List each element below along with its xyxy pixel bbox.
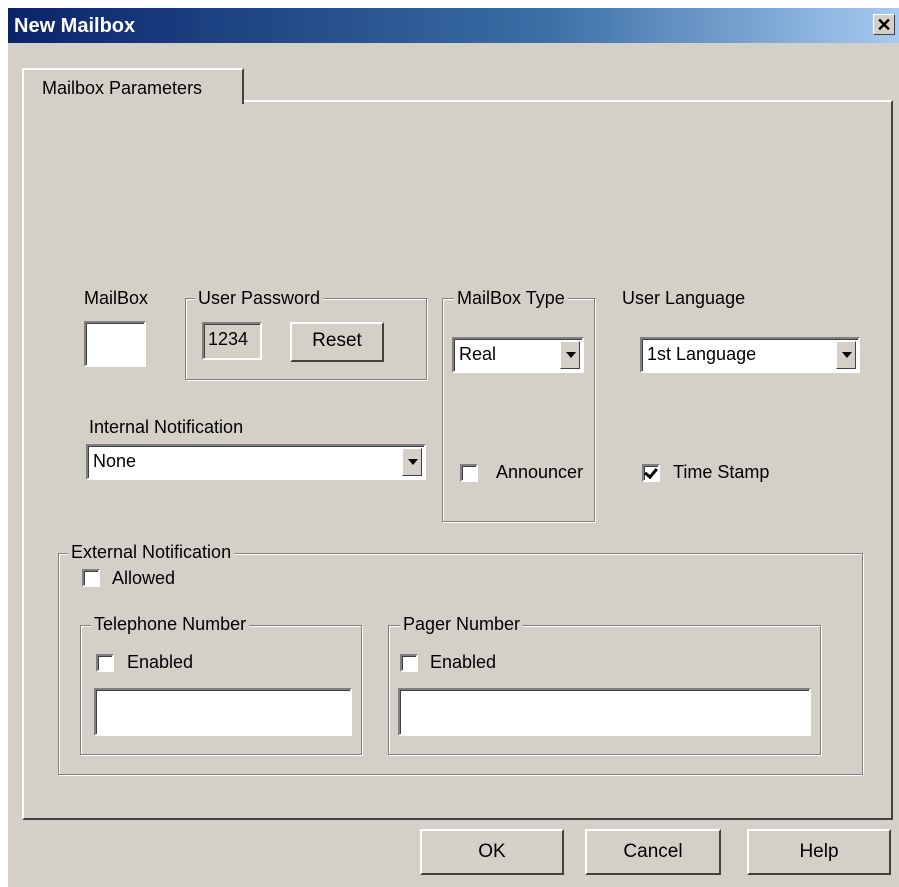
internal-notification-select[interactable]: None [86,444,426,480]
close-icon: ✕ [876,15,892,35]
chevron-down-icon[interactable] [836,341,856,369]
pager-enabled-label: Enabled [430,652,497,672]
help-button[interactable]: Help [747,829,891,875]
telephone-enabled-checkbox[interactable] [96,654,114,672]
telephone-number-input[interactable] [94,688,352,736]
time-stamp-label: Time Stamp [673,462,770,482]
announcer-label: Announcer [496,462,584,482]
internal-notification-value: None [93,451,137,471]
mailbox-type-group [442,298,595,522]
telephone-enabled-label: Enabled [127,652,194,672]
internal-notification-label: Internal Notification [89,417,244,437]
time-stamp-checkbox[interactable] [642,464,660,482]
chevron-down-icon[interactable] [560,341,580,369]
user-password-legend: User Password [195,288,324,309]
new-mailbox-dialog: New Mailbox ✕ Mailbox Parameters MailBox… [8,8,899,887]
announcer-checkbox[interactable] [460,464,478,482]
window-title: New Mailbox [14,15,136,37]
external-notification-legend: External Notification [68,542,235,563]
ok-button[interactable]: OK [420,829,564,875]
reset-button[interactable]: Reset [290,322,384,362]
mailbox-type-select[interactable]: Real [452,337,584,373]
user-language-select[interactable]: 1st Language [640,337,860,373]
tab-label: Mailbox Parameters [42,78,203,98]
mailbox-input[interactable] [84,321,146,367]
chevron-down-icon[interactable] [402,448,422,476]
title-bar[interactable]: New Mailbox ✕ [8,8,899,43]
pager-number-input[interactable] [398,688,811,736]
pager-enabled-checkbox[interactable] [400,654,418,672]
allowed-checkbox[interactable] [82,569,100,587]
pager-number-legend: Pager Number [400,614,524,635]
user-password-field: 1234 [202,322,262,360]
cancel-button[interactable]: Cancel [585,829,721,875]
close-button[interactable]: ✕ [873,14,895,35]
telephone-number-legend: Telephone Number [91,614,250,635]
mailbox-label: MailBox [84,288,149,308]
user-language-label: User Language [622,288,746,308]
tab-mailbox-parameters[interactable]: Mailbox Parameters [22,68,244,104]
allowed-label: Allowed [112,568,176,588]
user-language-value: 1st Language [647,344,757,364]
mailbox-type-legend: MailBox Type [454,288,568,309]
mailbox-type-value: Real [459,344,497,364]
